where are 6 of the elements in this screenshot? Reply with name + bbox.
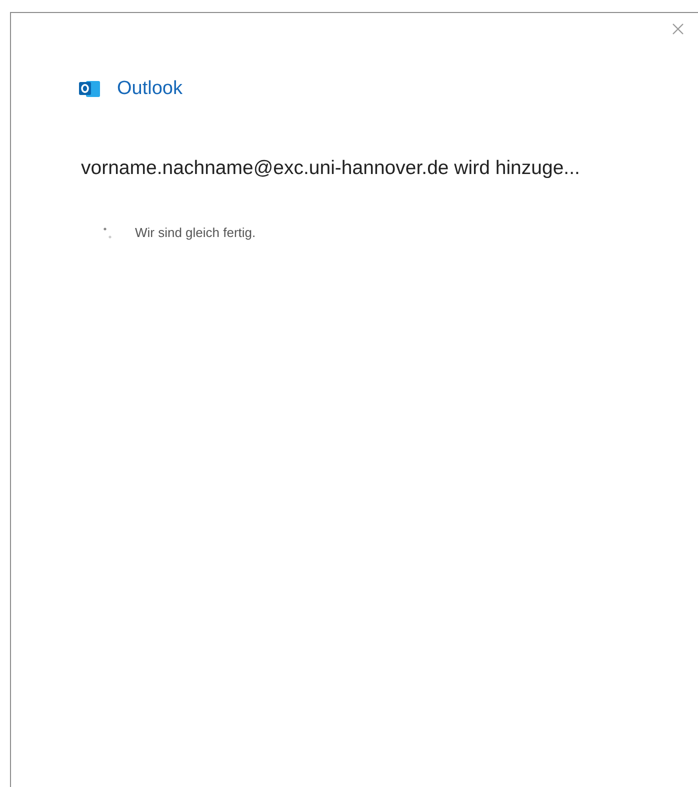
status-text: Wir sind gleich fertig.: [135, 224, 256, 242]
close-icon[interactable]: [672, 23, 684, 35]
outlook-logo-icon: [79, 79, 101, 100]
dialog-heading: vorname.nachname@exc.uni-hannover.de wird hinzuge...: [81, 156, 580, 178]
app-name: Outlook: [117, 77, 182, 101]
loading-spinner-icon: [103, 226, 113, 238]
